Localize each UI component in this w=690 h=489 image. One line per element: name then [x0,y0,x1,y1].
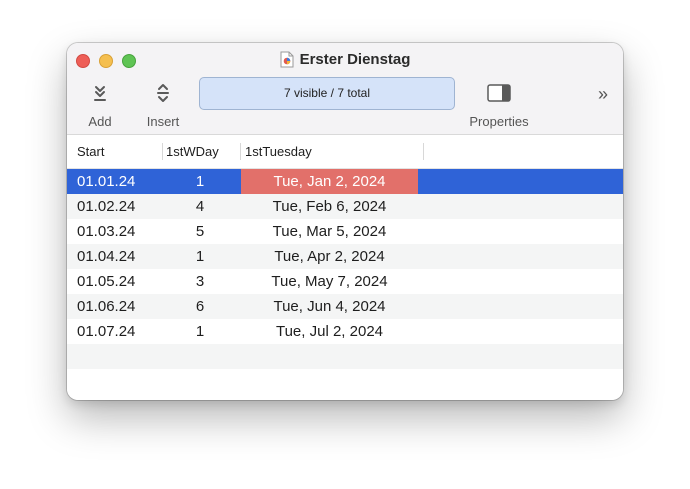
insert-label: Insert [146,114,180,129]
sidebar-toggle-icon [465,83,533,105]
column-divider[interactable] [423,143,424,160]
start-cell: 01.07.24 [77,323,136,340]
add-button[interactable]: Add [85,83,115,129]
column-divider[interactable] [162,143,163,160]
app-window: Erster Dienstag Add Insert 7 visible / 7… [67,43,623,400]
wday-cell: 4 [195,198,205,215]
empty-row [67,344,623,369]
start-cell: 01.02.24 [77,198,136,215]
column-divider[interactable] [240,143,241,160]
tuesday-cell: Tue, Mar 5, 2024 [272,223,387,240]
window-title: Erster Dienstag [299,51,411,68]
table-header: Start 1stWDay 1stTuesday [67,135,623,169]
start-cell: 01.01.24 [77,173,136,190]
wday-cell: 1 [195,323,205,340]
table-row[interactable]: 01.01.24 1 Tue, Jan 2, 2024 [67,169,623,194]
wday-cell: 5 [195,223,205,240]
table-row[interactable]: 01.04.24 1 Tue, Apr 2, 2024 [67,244,623,269]
wday-cell: 1 [195,248,205,265]
table-body: 01.01.24 1 Tue, Jan 2, 2024 01.02.24 4 T… [67,169,623,369]
column-header-1stwday[interactable]: 1stWDay [166,135,219,168]
properties-label: Properties [469,114,529,129]
record-count-display: 7 visible / 7 total [199,77,455,110]
wday-cell: 6 [195,298,205,315]
toolbar: Erster Dienstag Add Insert 7 visible / 7… [67,43,623,135]
toolbar-overflow-chevron-icon[interactable]: » [598,85,608,103]
insert-button[interactable]: Insert [141,83,185,129]
add-record-icon [85,83,115,105]
column-header-start[interactable]: Start [77,135,104,168]
add-label: Add [88,114,112,129]
table-row[interactable]: 01.07.24 1 Tue, Jul 2, 2024 [67,319,623,344]
table-row[interactable]: 01.05.24 3 Tue, May 7, 2024 [67,269,623,294]
insert-record-icon [141,83,185,105]
tuesday-cell: Tue, May 7, 2024 [271,273,388,290]
document-icon [280,51,294,74]
properties-button[interactable]: Properties [465,83,533,129]
wday-cell: 1 [195,173,205,190]
table-row[interactable]: 01.06.24 6 Tue, Jun 4, 2024 [67,294,623,319]
start-cell: 01.06.24 [77,298,136,315]
table-row[interactable]: 01.03.24 5 Tue, Mar 5, 2024 [67,219,623,244]
table-row[interactable]: 01.02.24 4 Tue, Feb 6, 2024 [67,194,623,219]
tuesday-cell: Tue, Jul 2, 2024 [275,323,383,340]
tuesday-cell: Tue, Apr 2, 2024 [274,248,385,265]
tuesday-cell: Tue, Jun 4, 2024 [273,298,386,315]
window-title-bar: Erster Dienstag [67,50,623,70]
start-cell: 01.04.24 [77,248,136,265]
wday-cell: 3 [195,273,205,290]
start-cell: 01.05.24 [77,273,136,290]
tuesday-cell: Tue, Feb 6, 2024 [272,198,387,215]
start-cell: 01.03.24 [77,223,136,240]
tuesday-cell: Tue, Jan 2, 2024 [241,169,418,194]
data-table[interactable]: Start 1stWDay 1stTuesday 01.01.24 1 Tue,… [67,135,623,400]
column-header-1sttuesday[interactable]: 1stTuesday [245,135,312,168]
